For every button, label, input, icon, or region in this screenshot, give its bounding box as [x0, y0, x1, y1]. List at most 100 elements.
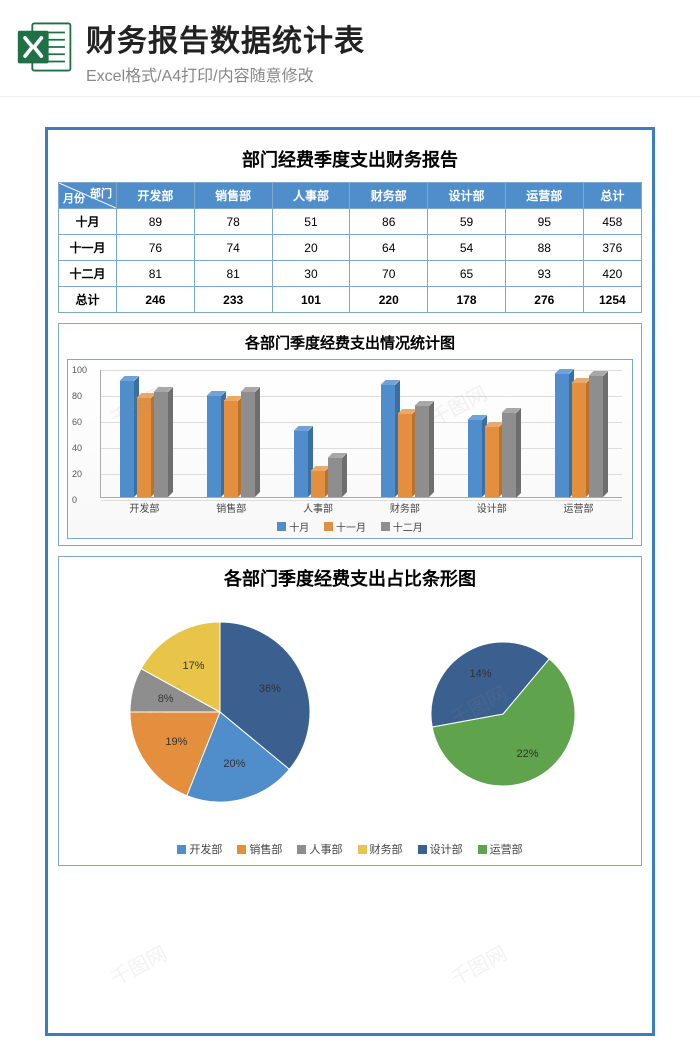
- pie-slice-label: 22%: [517, 748, 539, 760]
- pie-slice-label: 36%: [259, 683, 281, 695]
- row-label: 十月: [59, 209, 117, 235]
- cell: 93: [505, 261, 583, 287]
- row-label: 十二月: [59, 261, 117, 287]
- table-corner: 部门 月份: [59, 183, 117, 209]
- cell: 78: [194, 209, 272, 235]
- bar-十二月: [241, 392, 255, 497]
- bar-十二月: [154, 392, 168, 497]
- legend-item: 十二月: [381, 519, 423, 534]
- legend-label: 销售部: [249, 841, 282, 857]
- x-tick-label: 销售部: [188, 500, 275, 515]
- pie-chart-box: 各部门季度经费支出占比条形图 36%20%19%8%17% 22%14% 开发部…: [58, 556, 642, 866]
- bar-十一月: [137, 398, 151, 497]
- bar-十月: [381, 385, 395, 497]
- bar-十一月: [485, 427, 499, 497]
- bar-plot-area: 开发部销售部人事部财务部设计部运营部: [100, 370, 622, 498]
- cell: 86: [350, 209, 428, 235]
- legend-label: 财务部: [370, 841, 403, 857]
- legend-label: 开发部: [189, 841, 222, 857]
- legend-item: 运营部: [478, 841, 523, 857]
- legend-item: 财务部: [358, 841, 403, 857]
- bar-十月: [468, 420, 482, 497]
- bar-groups: 开发部销售部人事部财务部设计部运营部: [101, 370, 622, 497]
- bar-group: 销售部: [188, 370, 275, 497]
- bar-十月: [207, 396, 221, 497]
- cell: 30: [272, 261, 350, 287]
- bar-group: 设计部: [448, 370, 535, 497]
- bar-十二月: [328, 458, 342, 497]
- cell: 178: [428, 287, 506, 313]
- legend-item: 设计部: [418, 841, 463, 857]
- watermark: 千图网: [445, 938, 512, 992]
- x-tick-label: 运营部: [535, 500, 622, 515]
- bar-chart-box: 各部门季度经费支出情况统计图 开发部销售部人事部财务部设计部运营部 十月 十一月…: [58, 323, 642, 546]
- header-text: 财务报告数据统计表 Excel格式/A4打印/内容随意修改: [86, 16, 684, 86]
- legend-label: 十一月: [336, 519, 366, 534]
- cell: 20: [272, 235, 350, 261]
- cell: 59: [428, 209, 506, 235]
- cell: 54: [428, 235, 506, 261]
- table-row: 十一月767420645488376: [59, 235, 642, 261]
- pie-legend: 开发部 销售部 人事部 财务部 设计部 运营部: [67, 837, 633, 857]
- corner-bottom-label: 月份: [63, 190, 85, 206]
- bar-十一月: [398, 414, 412, 497]
- legend-item: 十一月: [324, 519, 366, 534]
- cell: 88: [505, 235, 583, 261]
- cell: 70: [350, 261, 428, 287]
- y-tick-label: 20: [72, 469, 82, 479]
- cell: 89: [117, 209, 195, 235]
- legend-label: 运营部: [490, 841, 523, 857]
- bar-十二月: [502, 413, 516, 498]
- watermark: 千图网: [105, 938, 172, 992]
- cell: 1254: [583, 287, 641, 313]
- bar-十月: [120, 381, 134, 497]
- pie-slice-label: 20%: [223, 758, 245, 770]
- cell: 76: [117, 235, 195, 261]
- cell: 420: [583, 261, 641, 287]
- col-header: 财务部: [350, 183, 428, 209]
- col-header: 设计部: [428, 183, 506, 209]
- y-tick-label: 100: [72, 365, 87, 375]
- pie-right: 22%14%: [416, 620, 590, 814]
- col-header: 人事部: [272, 183, 350, 209]
- legend-label: 设计部: [430, 841, 463, 857]
- cell: 74: [194, 235, 272, 261]
- bar-十二月: [415, 406, 429, 497]
- bar-group: 人事部: [275, 370, 362, 497]
- table-total-row: 总计2462331012201782761254: [59, 287, 642, 313]
- bar-group: 开发部: [101, 370, 188, 497]
- pie-left: 36%20%19%8%17%: [110, 607, 330, 827]
- table-row: 十二月818130706593420: [59, 261, 642, 287]
- legend-item: 人事部: [297, 841, 342, 857]
- cell: 95: [505, 209, 583, 235]
- report-sheet: 部门经费季度支出财务报告 部门 月份 开发部 销售部 人事部 财务部 设计部 运…: [45, 127, 655, 1036]
- bar-chart: 开发部销售部人事部财务部设计部运营部 十月 十一月 十二月 0204060801…: [67, 359, 633, 539]
- cell: 101: [272, 287, 350, 313]
- legend-item: 开发部: [177, 841, 222, 857]
- bar-十一月: [311, 471, 325, 497]
- page-subtitle: Excel格式/A4打印/内容随意修改: [86, 62, 684, 86]
- legend-label: 人事部: [309, 841, 342, 857]
- bar-group: 财务部: [361, 370, 448, 497]
- cell: 65: [428, 261, 506, 287]
- x-tick-label: 设计部: [448, 500, 535, 515]
- cell: 64: [350, 235, 428, 261]
- row-label: 总计: [59, 287, 117, 313]
- bar-十一月: [224, 401, 238, 497]
- cell: 220: [350, 287, 428, 313]
- col-header: 开发部: [117, 183, 195, 209]
- legend-item: 十月: [277, 519, 309, 534]
- report-title: 部门经费季度支出财务报告: [58, 146, 642, 172]
- bar-legend: 十月 十一月 十二月: [68, 519, 632, 534]
- cell: 376: [583, 235, 641, 261]
- data-table: 部门 月份 开发部 销售部 人事部 财务部 设计部 运营部 总计 十月89785…: [58, 182, 642, 313]
- bar-chart-title: 各部门季度经费支出情况统计图: [67, 332, 633, 353]
- pie-wrap: 36%20%19%8%17% 22%14%: [67, 597, 633, 837]
- cell: 81: [117, 261, 195, 287]
- corner-top-label: 部门: [90, 185, 112, 201]
- bar-十月: [294, 431, 308, 497]
- y-tick-label: 80: [72, 391, 82, 401]
- cell: 51: [272, 209, 350, 235]
- excel-icon: [16, 18, 74, 76]
- y-tick-label: 60: [72, 417, 82, 427]
